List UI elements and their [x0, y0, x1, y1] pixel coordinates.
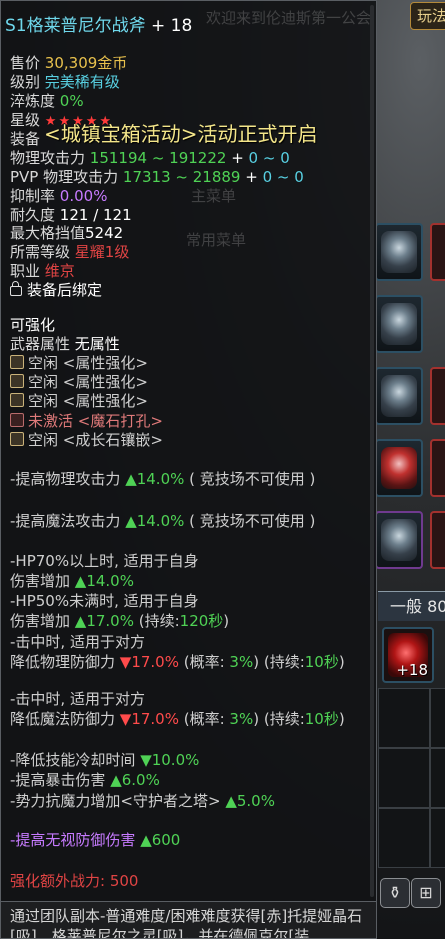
equip-slot-3[interactable]: [375, 367, 423, 425]
slot-box-icon: [10, 374, 24, 388]
job-row: 职业 维京: [10, 262, 75, 280]
equip-slot-4[interactable]: [375, 439, 423, 497]
item-title: S1格莱普尼尔战斧 + 18: [5, 11, 192, 36]
slot-box-icon: [10, 432, 24, 446]
grade-row: 级别 完美稀有级: [10, 73, 120, 91]
equip-slot-5[interactable]: [375, 511, 423, 569]
pvp-atk-row: PVP 物理攻击力 17313 ~ 21889 + 0 ~ 0: [10, 168, 304, 186]
effect-tower: -势力抗魔力增加<守护者之塔> ▲5.0%: [10, 792, 275, 810]
bag-slot[interactable]: [430, 808, 445, 868]
tab-general[interactable]: 一般 80: [378, 591, 445, 621]
equip-row: 装备: [10, 130, 41, 148]
durability-row: 耐久度 121 / 121: [10, 206, 132, 224]
bag-item-weapon[interactable]: +18: [382, 627, 434, 683]
boots-icon: [381, 375, 417, 417]
gauntlet-icon: [381, 447, 417, 489]
belt-icon: [381, 519, 417, 561]
req-level-row: 所需等级 星耀1级: [10, 243, 130, 261]
bag-slot[interactable]: [430, 748, 445, 808]
inactive-slot-icon: [10, 413, 24, 427]
equip-slot-side-2[interactable]: [430, 367, 445, 425]
bag-slot[interactable]: [430, 688, 445, 748]
enhance-slot-inactive: 未激活 <魔石打孔>: [10, 411, 163, 431]
enhance-header: 可强化: [10, 316, 56, 334]
tooltip-scrollbar[interactable]: [370, 5, 374, 897]
enhance-slot: 空闲 <属性强化>: [10, 372, 148, 392]
armor-icon: [381, 303, 417, 345]
equip-slot-side-4[interactable]: [430, 511, 445, 569]
effect-cooldown: -降低技能冷却时间 ▼10.0%: [10, 751, 200, 769]
gameplay-button[interactable]: 玩法: [410, 2, 445, 30]
enhance-slot: 空闲 <属性强化>: [10, 353, 148, 373]
event-announcement: <城镇宝箱活动>活动正式开启: [44, 122, 318, 146]
max-block-row: 最大格挡值5242: [10, 224, 124, 242]
bag-slot[interactable]: [378, 748, 430, 808]
effect-mag-def-down: -击中时, 适用于对方 降低魔法防御力 ▼17.0% (概率: 3%) (持续:…: [10, 690, 345, 728]
price-row: 售价 30,309金币: [10, 54, 128, 72]
sort-grid-icon[interactable]: ⊞: [411, 878, 441, 908]
bag-slot[interactable]: [378, 688, 430, 748]
lock-icon: [10, 281, 22, 296]
phys-atk-row: 物理攻击力 151194 ~ 191222 + 0 ~ 0: [10, 149, 290, 167]
quench-row: 淬炼度 0%: [10, 92, 84, 110]
effect-phys-atk: -提高物理攻击力 ▲14.0% ( 竞技场不可使用 ): [10, 470, 316, 488]
acquisition-note: 通过团队副本-普通难度/困难难度获得[赤]托提娅晶石[吸]、格莱普尼尔之灵[吸]…: [1, 901, 376, 938]
weapon-attr-row: 武器属性 无属性: [10, 335, 120, 353]
guild-note-ghost: 欢迎来到伦迪斯第一公会: [206, 9, 372, 27]
effect-ignore-def: -提高无视防御伤害 ▲600: [10, 831, 181, 849]
effect-phys-def-down: -击中时, 适用于对方 降低物理防御力 ▼17.0% (概率: 3%) (持续:…: [10, 633, 345, 671]
slot-box-icon: [10, 355, 24, 369]
price-value: 30,309金币: [44, 54, 128, 72]
common-menu-ghost: 常用菜单: [186, 231, 247, 249]
bind-row: 装备后绑定: [10, 280, 102, 300]
enhance-slot: 空闲 <属性强化>: [10, 391, 148, 411]
trash-icon[interactable]: ⚱: [380, 878, 410, 908]
slot-box-icon: [10, 393, 24, 407]
quench-value: 0%: [59, 92, 84, 110]
equip-slot-side-3[interactable]: [430, 439, 445, 497]
effect-crit: -提高暴击伤害 ▲6.0%: [10, 771, 160, 789]
equip-slot-side-1[interactable]: [430, 223, 445, 281]
effect-mag-atk: -提高魔法攻击力 ▲14.0% ( 竞技场不可使用 ): [10, 512, 316, 530]
equip-slot-1[interactable]: [375, 223, 423, 281]
effect-hp70: -HP70%以上时, 适用于自身 伤害增加 ▲14.0%: [10, 552, 199, 590]
item-enhance-level: + 18: [151, 16, 193, 36]
bag-item-count: +18: [396, 661, 428, 679]
helmet-icon: [381, 231, 417, 273]
effect-hp50: -HP50%未满时, 适用于自身 伤害增加 ▲17.0% (持续:120秒): [10, 592, 230, 630]
bag-slot[interactable]: [378, 808, 430, 868]
enhance-slot: 空闲 <成长石镶嵌>: [10, 430, 163, 450]
combat-power-bonus: 强化额外战力: 500: [10, 872, 139, 890]
suppress-row: 抑制率 0.00%: [10, 187, 108, 205]
item-name: S1格莱普尼尔战斧: [5, 16, 146, 36]
grade-value: 完美稀有级: [44, 73, 120, 91]
main-menu-ghost: 主菜单: [191, 187, 237, 205]
equip-slot-2[interactable]: [375, 295, 423, 353]
